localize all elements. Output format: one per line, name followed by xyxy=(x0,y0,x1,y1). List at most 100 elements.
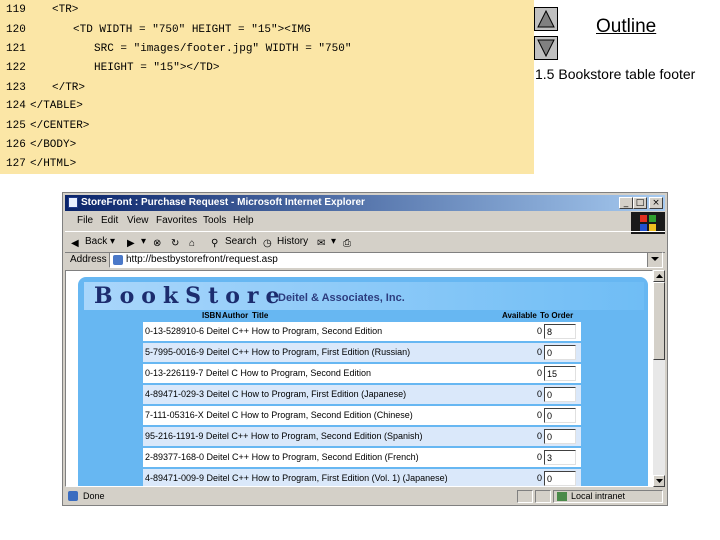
available-count: 0 xyxy=(537,431,543,441)
outline-down-button[interactable] xyxy=(534,36,558,60)
header-author: Author xyxy=(222,311,249,320)
browser-window: StoreFront : Purchase Request - Microsof… xyxy=(62,192,668,506)
status-pane xyxy=(517,490,533,503)
book-info: 7-111-05316-X Deitel C How to Program, S… xyxy=(145,410,413,420)
code-line: 121 SRC = "images/footer.jpg" WIDTH = "75… xyxy=(0,40,534,58)
close-button[interactable]: × xyxy=(649,197,663,209)
window-title: StoreFront : Purchase Request - Microsof… xyxy=(81,197,365,208)
available-count: 0 xyxy=(537,347,543,357)
slide-caption: 1.5 Bookstore table footer xyxy=(535,66,696,82)
ie-page-icon xyxy=(68,197,78,208)
code-text: </TABLE> xyxy=(30,100,83,112)
outline-link[interactable]: Outline xyxy=(596,16,656,38)
table-row: 4-89471-029-3 Deitel C How to Program, F… xyxy=(143,385,581,404)
line-number: 123 xyxy=(6,82,26,94)
quantity-input[interactable] xyxy=(544,387,576,402)
home-button[interactable]: ⌂ xyxy=(189,235,203,249)
banner-title: BookStore xyxy=(94,283,287,309)
line-number: 125 xyxy=(6,120,26,132)
address-url: http://bestbystorefront/request.asp xyxy=(126,254,278,265)
scrollbar-thumb[interactable] xyxy=(653,282,665,360)
maximize-button[interactable]: □ xyxy=(633,197,647,209)
banner-subtitle: Deitel & Associates, Inc. xyxy=(278,292,405,304)
page-viewport: BookStore Deitel & Associates, Inc. ISBN… xyxy=(65,270,653,487)
code-listing-panel: 119 <TR> 120 <TD WIDTH = "750" HEIGHT = "1… xyxy=(0,0,534,174)
search-button[interactable]: ⚲ Search xyxy=(211,235,257,249)
menu-file[interactable]: File xyxy=(77,215,93,227)
code-text: HEIGHT = "15"></TD> xyxy=(94,62,220,74)
stop-button[interactable]: ⊗ xyxy=(153,235,167,249)
forward-button[interactable]: ▶ ▾ xyxy=(127,235,146,249)
line-number: 126 xyxy=(6,139,26,151)
book-info: 4-89471-009-9 Deitel C++ How to Program,… xyxy=(145,473,448,483)
quantity-input[interactable] xyxy=(544,471,576,486)
available-count: 0 xyxy=(537,452,543,462)
code-text: </HTML> xyxy=(30,158,77,170)
table-row: 5-7995-0016-9 Deitel C++ How to Program,… xyxy=(143,343,581,362)
refresh-icon: ↻ xyxy=(171,238,180,249)
back-label: Back xyxy=(85,236,108,247)
line-number: 121 xyxy=(6,43,26,55)
code-line: 120 <TD WIDTH = "750" HEIGHT = "15"><IMG xyxy=(0,21,534,39)
print-icon: ⎙ xyxy=(343,238,351,249)
arrow-down-icon xyxy=(656,479,663,483)
scroll-down-button[interactable] xyxy=(653,475,665,487)
history-button[interactable]: ◷ History xyxy=(263,235,308,249)
table-row: 0-13-226119-7 Deitel C How to Program, S… xyxy=(143,364,581,383)
intranet-zone-icon xyxy=(557,492,567,501)
history-label: History xyxy=(277,236,309,247)
mail-button[interactable]: ✉ ▾ xyxy=(317,235,336,249)
address-bar: Address http://bestbystorefront/request.… xyxy=(65,251,665,269)
print-button[interactable]: ⎙ xyxy=(343,235,357,249)
line-number: 120 xyxy=(6,24,26,36)
outline-up-button[interactable] xyxy=(534,7,558,31)
table-row: 0-13-528910-6 Deitel C++ How to Program,… xyxy=(143,322,581,341)
quantity-input[interactable] xyxy=(544,324,576,339)
quantity-input[interactable] xyxy=(544,429,576,444)
available-count: 0 xyxy=(537,473,543,483)
code-line: 122 HEIGHT = "15"></TD> xyxy=(0,59,534,77)
forward-arrow-icon: ▶ xyxy=(127,238,135,249)
bookstore-banner: BookStore Deitel & Associates, Inc. xyxy=(84,282,644,310)
table-row: 4-89471-009-9 Deitel C++ How to Program,… xyxy=(143,469,581,486)
quantity-input[interactable] xyxy=(544,450,576,465)
menu-help[interactable]: Help xyxy=(233,215,254,227)
menu-edit[interactable]: Edit xyxy=(101,215,118,227)
line-number: 119 xyxy=(6,4,26,16)
search-icon: ⚲ xyxy=(211,238,219,249)
menu-tools[interactable]: Tools xyxy=(203,215,226,227)
code-text: </TR> xyxy=(52,82,86,94)
book-info: 95-216-1191-9 Deitel C++ How to Program,… xyxy=(145,431,423,441)
status-text: Done xyxy=(83,491,105,501)
header-title: Title xyxy=(252,311,269,320)
status-pane xyxy=(535,490,551,503)
code-line: 124 </TABLE> xyxy=(0,97,534,115)
triangle-up-icon xyxy=(537,10,555,28)
address-input[interactable]: http://bestbystorefront/request.asp xyxy=(109,252,663,268)
table-row: 2-89377-168-0 Deitel C++ How to Program,… xyxy=(143,448,581,467)
menu-favorites[interactable]: Favorites xyxy=(156,215,197,227)
mail-icon: ✉ xyxy=(317,238,326,249)
minimize-button[interactable]: _ xyxy=(619,197,633,209)
back-arrow-icon: ◀ xyxy=(71,238,79,249)
refresh-button[interactable]: ↻ xyxy=(171,235,185,249)
menu-view[interactable]: View xyxy=(127,215,149,227)
book-info: 0-13-226119-7 Deitel C How to Program, S… xyxy=(145,368,371,378)
back-button[interactable]: ◀ Back ▾ xyxy=(71,235,115,249)
quantity-input[interactable] xyxy=(544,345,576,360)
arrow-up-icon xyxy=(656,274,663,278)
title-bar[interactable]: StoreFront : Purchase Request - Microsof… xyxy=(65,195,665,211)
available-count: 0 xyxy=(537,389,543,399)
page-icon xyxy=(113,255,123,265)
line-number: 124 xyxy=(6,100,26,112)
home-icon: ⌂ xyxy=(189,238,196,249)
triangle-down-icon xyxy=(537,39,555,57)
address-dropdown-button[interactable] xyxy=(647,253,662,267)
address-label: Address xyxy=(70,254,107,265)
vertical-scrollbar[interactable] xyxy=(653,270,665,487)
line-number: 122 xyxy=(6,62,26,74)
quantity-input[interactable] xyxy=(544,408,576,423)
quantity-input[interactable] xyxy=(544,366,576,381)
scroll-up-button[interactable] xyxy=(653,270,665,282)
code-text: <TD WIDTH = "750" HEIGHT = "15"><IMG xyxy=(73,24,311,36)
